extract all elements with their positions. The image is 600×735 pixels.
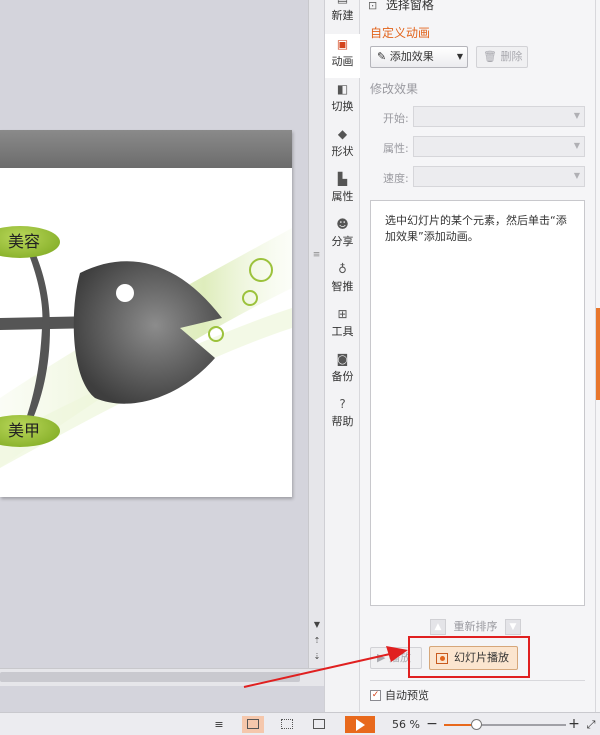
tab-shape[interactable]: ◆ 形状 — [325, 124, 360, 168]
transition-icon: ◧ — [336, 82, 349, 96]
reorder-label: 重新排序 — [453, 620, 498, 633]
tab-backup[interactable]: ◙ 备份 — [325, 349, 360, 393]
notes-toggle-icon[interactable]: ≡ — [210, 716, 228, 733]
property-label: 属性: — [383, 142, 409, 155]
tab-recommend[interactable]: ♁ 智推 — [325, 259, 360, 303]
tab-label: 分享 — [331, 235, 354, 248]
property-dropdown[interactable]: ▼ — [413, 136, 585, 157]
pane-edge — [595, 0, 600, 712]
scroll-down-icon[interactable]: ▼ — [312, 620, 322, 630]
recommend-icon: ♁ — [338, 262, 347, 276]
normal-view-icon — [247, 719, 259, 729]
normal-view-button[interactable] — [242, 716, 264, 733]
help-icon: ? — [339, 397, 346, 411]
modify-effect-title: 修改效果 — [370, 82, 419, 96]
slide-sorter-button[interactable] — [276, 716, 298, 733]
add-effect-label: 添加效果 — [389, 50, 434, 63]
slide-thumbnail[interactable]: 美容 美甲 — [0, 130, 292, 497]
slideshow-view-button[interactable] — [345, 716, 375, 733]
reorder-row: ▲ 重新排序 ▼ — [430, 618, 521, 635]
chevron-down-icon: ▼ — [456, 52, 463, 61]
reading-view-button[interactable] — [308, 716, 330, 733]
tab-tools[interactable]: ⊞ 工具 — [325, 304, 360, 348]
move-down-icon[interactable]: ▼ — [505, 619, 521, 635]
tab-label: 工具 — [331, 325, 354, 338]
speed-dropdown[interactable]: ▼ — [413, 166, 585, 187]
backup-icon: ◙ — [336, 352, 349, 366]
new-icon: ▤ — [336, 0, 350, 5]
chevron-down-icon: ▼ — [573, 141, 580, 150]
tab-label: 新建 — [331, 9, 354, 22]
scroll-grip-icon[interactable]: ≡ — [312, 251, 321, 264]
tab-property[interactable]: ▙ 属性 — [325, 169, 360, 213]
chevron-down-icon: ▼ — [573, 171, 580, 180]
tab-label: 切换 — [331, 100, 354, 113]
toolbox-icon: ⊞ — [337, 307, 348, 321]
delete-label: 删除 — [500, 50, 523, 63]
shape-icon: ◆ — [337, 127, 348, 141]
trash-icon: 🗑 — [483, 50, 497, 63]
zoom-value[interactable]: 56 % — [390, 716, 422, 733]
zoom-out-button[interactable]: − — [426, 716, 438, 733]
chevron-down-icon: ▼ — [573, 111, 580, 120]
tab-label: 备份 — [331, 370, 354, 383]
delete-button[interactable]: 🗑 删除 — [476, 46, 528, 68]
start-label: 开始: — [383, 112, 409, 125]
fit-window-icon[interactable]: ⤢ — [584, 716, 598, 733]
tab-label: 属性 — [331, 190, 354, 203]
animation-icon: ▣ — [336, 37, 349, 51]
tab-animation[interactable]: ▣ 动画 — [325, 34, 360, 78]
grid-icon — [281, 719, 293, 729]
section-title: 自定义动画 — [370, 26, 431, 40]
tab-new[interactable]: ▤ 新建 — [325, 0, 360, 32]
tab-help[interactable]: ? 帮助 — [325, 394, 360, 438]
speed-label: 速度: — [383, 172, 409, 185]
slide-header-band — [0, 130, 292, 168]
selection-pane-icon: ⊡ — [368, 0, 378, 12]
property-icon: ▙ — [337, 172, 348, 186]
add-effect-button[interactable]: ✎ 添加效果 ▼ — [370, 46, 468, 68]
selection-pane-link[interactable]: ⊡ 选择窗格 — [368, 0, 434, 13]
tab-label: 形状 — [331, 145, 354, 158]
slide-canvas[interactable]: 美容 美甲 — [0, 0, 308, 668]
annotation-highlight-box — [408, 636, 530, 678]
selection-pane-label: 选择窗格 — [385, 0, 434, 12]
status-bar: ≡ 56 % − + ⤢ — [0, 712, 600, 735]
tab-transition[interactable]: ◧ 切换 — [325, 79, 360, 123]
side-icon-bar: ▤ 新建 ▣ 动画 ◧ 切换 ◆ 形状 ▙ 属性 ☻ 分享 ♁ 智推 ⊞ 工具 … — [324, 0, 360, 712]
effect-list-hint: 选中幻灯片的某个元素，然后单击“添加效果”添加动画。 — [385, 214, 567, 243]
tab-label: 智推 — [331, 280, 354, 293]
play-icon — [355, 719, 365, 731]
tab-label: 帮助 — [331, 415, 354, 428]
book-icon — [313, 719, 325, 729]
annotation-arrow — [243, 646, 408, 688]
pane-collapse-handle[interactable] — [596, 308, 600, 400]
tab-label: 动画 — [331, 55, 354, 68]
start-dropdown[interactable]: ▼ — [413, 106, 585, 127]
pencil-icon: ✎ — [377, 50, 387, 63]
zoom-slider-thumb[interactable] — [470, 719, 482, 730]
move-up-icon[interactable]: ▲ — [430, 619, 446, 635]
effect-list[interactable]: 选中幻灯片的某个元素，然后单击“添加效果”添加动画。 — [370, 200, 585, 606]
share-icon: ☻ — [336, 217, 349, 231]
vertical-scrollbar[interactable]: ≡ ▼ ⇡ ⇣ — [308, 0, 324, 668]
fish-bone-graphic — [0, 228, 292, 468]
tab-share[interactable]: ☻ 分享 — [325, 214, 360, 258]
custom-animation-pane: ⊡ 选择窗格 自定义动画 ✎ 添加效果 ▼ 🗑 删除 修改效果 开始: ▼ 属性… — [360, 0, 595, 712]
zoom-in-button[interactable]: + — [568, 716, 580, 733]
